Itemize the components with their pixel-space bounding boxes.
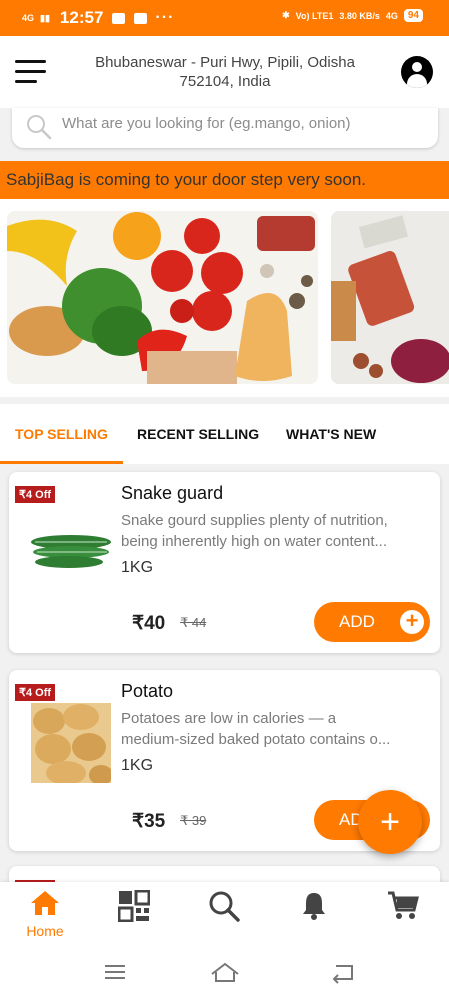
product-description: Potatoes are low in calories — a medium-… (121, 708, 433, 750)
discount-badge: ₹4 Off (15, 684, 56, 701)
back-icon[interactable] (328, 960, 358, 984)
plus-icon: + (400, 610, 424, 634)
nav-search[interactable] (194, 890, 254, 927)
vegetables-illustration (7, 211, 318, 384)
signal-bars-icon: ▮▮ (40, 12, 50, 23)
nav-home[interactable]: Home (15, 890, 75, 939)
delivery-address[interactable]: Bhubaneswar - Puri Hwy, Pipili, Odisha 7… (70, 53, 380, 91)
groceries-illustration (331, 211, 449, 384)
battery-indicator: 94 (403, 9, 423, 22)
product-card-snake-gourd[interactable]: ₹4 Off Snake guard Snake gourd supplies … (9, 472, 440, 653)
product-unit: 1KG (121, 559, 154, 576)
floating-add-button[interactable]: + (358, 790, 422, 854)
nav-cart[interactable] (373, 890, 433, 925)
home-icon (31, 891, 59, 915)
product-description-line: Snake gourd supplies plenty of nutrition… (121, 512, 388, 529)
potato-image (31, 703, 111, 783)
carousel-slide-vegetables[interactable] (7, 211, 318, 384)
search-icon (209, 891, 240, 922)
tab-recent-selling[interactable]: RECENT SELLING (137, 426, 259, 442)
promo-carousel[interactable] (0, 199, 449, 397)
search-icon (27, 115, 52, 140)
product-name: Potato (121, 681, 174, 701)
product-price: ₹40 (132, 613, 166, 634)
qr-code-icon (117, 889, 151, 923)
app-header: Bhubaneswar - Puri Hwy, Pipili, Odisha 7… (0, 36, 449, 108)
add-button-label: ADD (339, 612, 375, 631)
product-old-price: ₹ 39 (180, 813, 207, 828)
active-tab-indicator (0, 461, 123, 464)
carousel-slide-groceries[interactable] (331, 211, 449, 384)
network-type: 4G (385, 10, 398, 21)
youtube-icon (112, 12, 126, 24)
bottom-navigation: Home (0, 882, 449, 946)
discount-badge: ₹4 Off (15, 486, 56, 503)
search-input[interactable]: What are you looking for (eg.mango, onio… (12, 108, 438, 148)
bluetooth-icon: ✱ (282, 10, 290, 20)
menu-icon[interactable] (15, 60, 46, 84)
product-unit: 1KG (121, 757, 154, 774)
bell-icon (303, 893, 325, 920)
product-tabs: TOP SELLING RECENT SELLING WHAT'S NEW (0, 404, 449, 464)
add-to-cart-button[interactable]: ADD + (314, 602, 430, 642)
search-area: What are you looking for (eg.mango, onio… (0, 108, 449, 160)
recent-apps-icon[interactable] (100, 960, 130, 984)
profile-icon[interactable] (401, 56, 433, 88)
product-description-line: medium-sized baked potato contains o... (121, 731, 391, 748)
cart-icon (388, 891, 419, 919)
signal-label: 4G (22, 12, 35, 23)
network-speed: 3.80 KB/s (339, 10, 380, 21)
product-old-price: ₹ 44 (180, 615, 207, 630)
nav-home-label: Home (26, 923, 64, 939)
announcement-banner: SabjiBag is coming to your door step ver… (0, 161, 449, 199)
product-price: ₹35 (132, 811, 166, 832)
search-placeholder: What are you looking for (eg.mango, onio… (62, 115, 351, 132)
product-name: Snake guard (121, 483, 224, 503)
product-description-line: Potatoes are low in calories — a (121, 710, 337, 727)
home-button-icon[interactable] (210, 960, 240, 984)
system-navigation-bar (0, 946, 449, 999)
tab-whats-new[interactable]: WHAT'S NEW (286, 426, 376, 442)
volte-label: Vo) LTE1 (295, 10, 334, 21)
product-description: Snake gourd supplies plenty of nutrition… (121, 510, 433, 552)
nav-notifications[interactable] (284, 890, 344, 925)
product-description-line: being inherently high on water content..… (121, 533, 388, 550)
status-time: 12:57 (59, 8, 104, 27)
mail-icon (134, 12, 148, 24)
more-notifications: ··· (155, 9, 175, 26)
nav-scanner[interactable] (104, 889, 164, 927)
tab-top-selling[interactable]: TOP SELLING (15, 426, 108, 442)
snake-gourd-image (29, 508, 113, 592)
status-bar: 4G ▮▮ 12:57 ··· ✱ Vo) LTE1 3.80 KB/s 4G … (0, 0, 449, 36)
